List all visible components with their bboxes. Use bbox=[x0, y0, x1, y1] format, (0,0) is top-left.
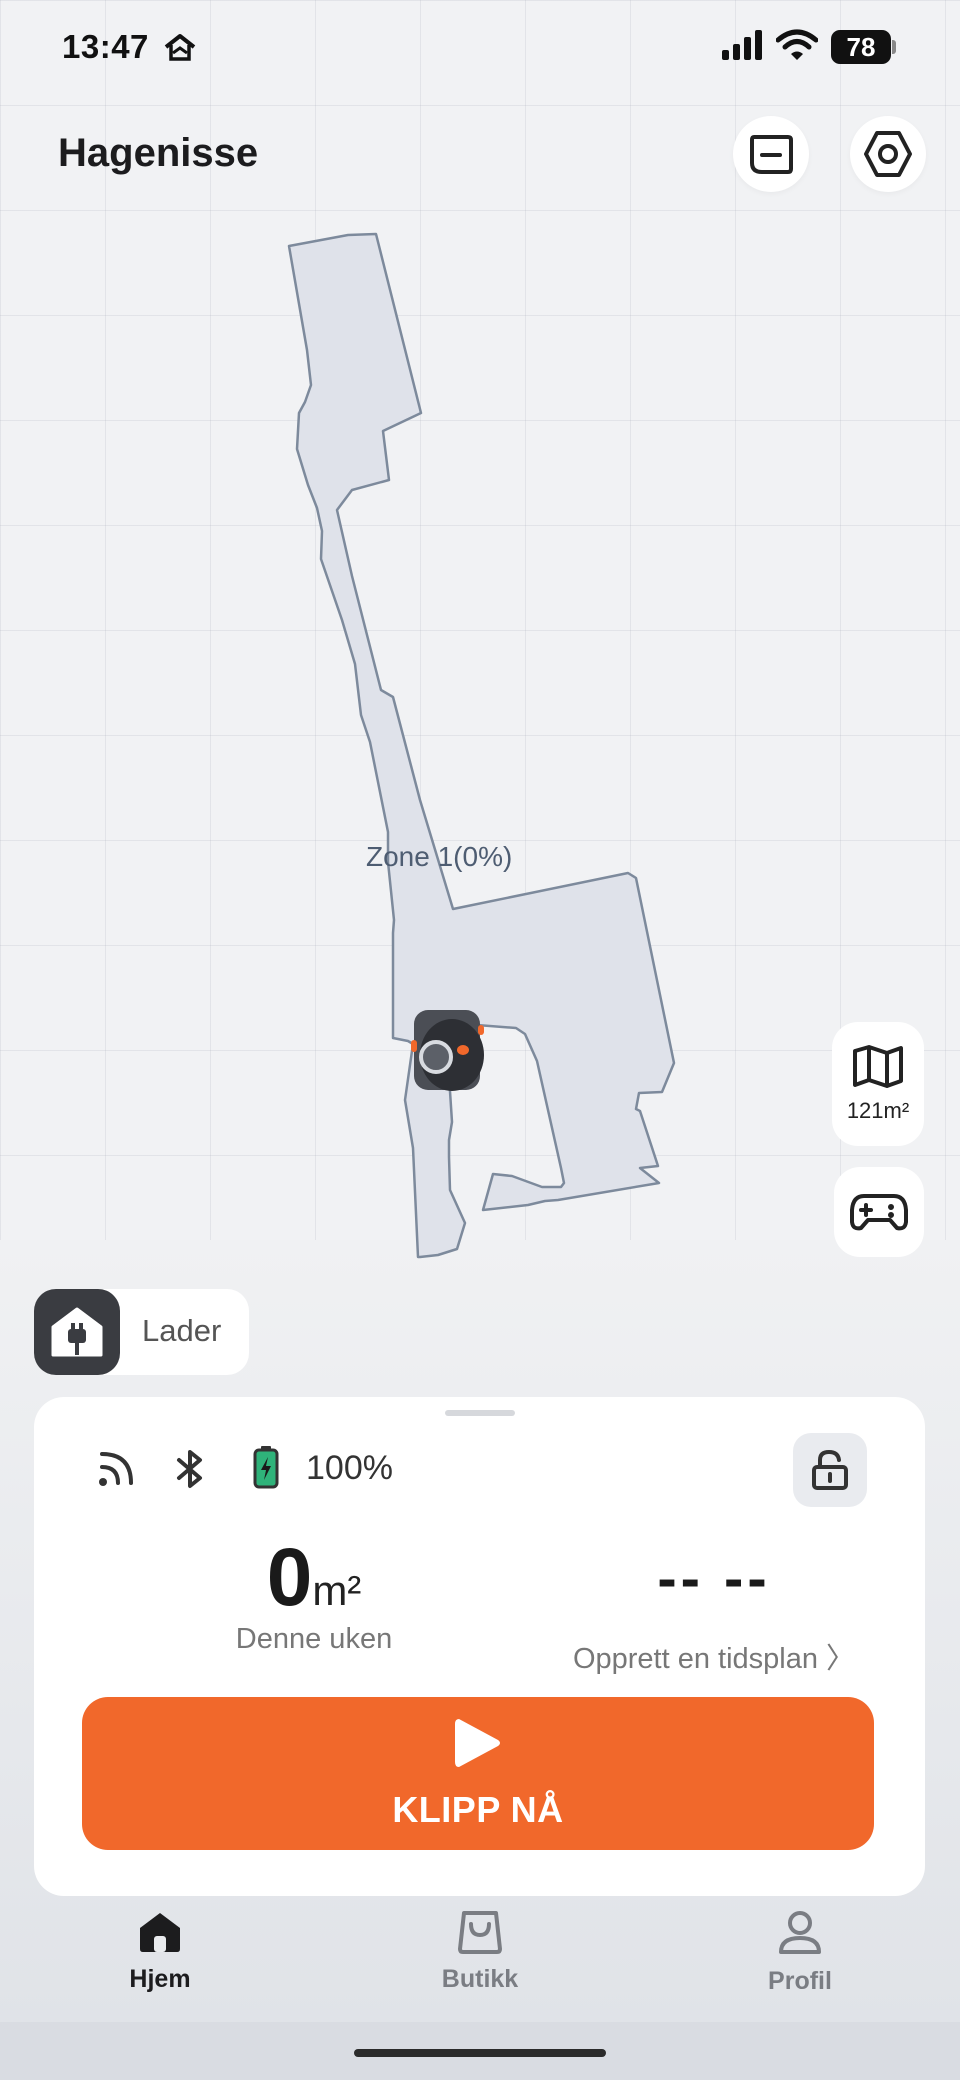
map-view-button[interactable]: 121m² bbox=[832, 1022, 924, 1146]
tab-shop[interactable]: Butikk bbox=[400, 1910, 560, 1994]
home-indicator[interactable] bbox=[354, 2049, 606, 2057]
charging-station-icon bbox=[51, 1307, 103, 1357]
zone-label: Zone 1(0%) bbox=[366, 841, 513, 872]
area-number: 0 bbox=[266, 1532, 313, 1623]
charger-button[interactable]: Lader bbox=[34, 1289, 249, 1375]
schedule-stat[interactable]: -- -- Opprett en tidsplan 〉 bbox=[504, 1547, 924, 1677]
mower-status-panel: 100% 0m² Denne uken -- -- Opprett en tid… bbox=[34, 1397, 925, 1896]
gamepad-icon bbox=[850, 1194, 908, 1231]
weekly-area-value: 0m² bbox=[134, 1537, 494, 1619]
bluetooth-icon bbox=[177, 1450, 202, 1488]
lock-button[interactable] bbox=[793, 1433, 867, 1507]
profile-icon bbox=[779, 1911, 821, 1954]
unlock-icon bbox=[812, 1449, 848, 1490]
tab-profile-label: Profil bbox=[768, 1967, 832, 1995]
map-area-label: 121m² bbox=[846, 1098, 910, 1123]
tab-profile[interactable]: Profil bbox=[720, 1910, 880, 1996]
lawn-map[interactable] bbox=[0, 0, 960, 1300]
tab-home[interactable]: Hjem bbox=[80, 1910, 240, 1994]
schedule-value: -- -- bbox=[657, 1546, 771, 1611]
home-icon bbox=[140, 1913, 180, 1952]
tab-bar: Hjem Butikk Profil bbox=[0, 1910, 960, 2020]
battery-charging-icon bbox=[253, 1446, 279, 1489]
panel-drag-handle[interactable] bbox=[445, 1410, 515, 1416]
remote-control-button[interactable] bbox=[834, 1167, 924, 1257]
mower-robot[interactable] bbox=[411, 1010, 484, 1091]
tab-home-label: Hjem bbox=[129, 1965, 191, 1993]
start-mowing-button[interactable]: KLIPP NÅ bbox=[82, 1697, 874, 1850]
charger-icon-box bbox=[34, 1289, 120, 1375]
shopping-bag-icon bbox=[458, 1911, 502, 1954]
area-unit: m² bbox=[312, 1567, 362, 1614]
charger-label: Lader bbox=[142, 1313, 222, 1348]
create-schedule-link[interactable]: Opprett en tidsplan 〉 bbox=[504, 1635, 924, 1677]
start-mowing-label: KLIPP NÅ bbox=[392, 1789, 564, 1830]
map-icon bbox=[853, 1045, 903, 1088]
battery-percent: 100% bbox=[306, 1449, 393, 1487]
cellular-data-icon bbox=[99, 1452, 133, 1486]
area-caption: Denne uken bbox=[235, 1623, 393, 1655]
zone-1-area[interactable] bbox=[287, 232, 676, 1259]
weekly-area-stat: 0m² Denne uken bbox=[134, 1537, 494, 1656]
tab-shop-label: Butikk bbox=[441, 1965, 519, 1993]
play-icon bbox=[455, 1719, 500, 1767]
